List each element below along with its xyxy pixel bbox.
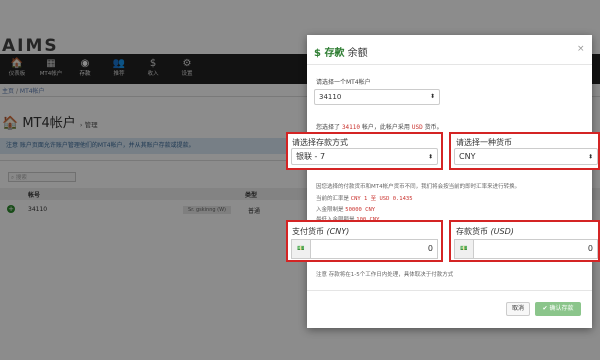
pay-amount-input[interactable]: 💵 0 — [291, 239, 438, 259]
modal-header-divider — [307, 64, 592, 65]
deposit-amount-input[interactable]: 💵 0 — [454, 239, 598, 259]
chevron-updown-icon: ⬍ — [427, 153, 433, 160]
pay-amount-label: 支付货币 (CNY) — [292, 226, 349, 237]
deposit-method-select[interactable]: 银联 - 7 ⬍ — [291, 148, 438, 165]
modal-footer-divider — [307, 290, 592, 291]
close-icon[interactable]: × — [577, 44, 585, 54]
info-text: 您选择了 — [316, 124, 341, 131]
confirm-deposit-button[interactable]: ✔ 确认存款 — [535, 302, 581, 316]
rate-value: CNY 1 至 USD 0.1435 — [350, 196, 413, 202]
currency-select[interactable]: CNY ⬍ — [454, 148, 598, 165]
pay-label: 支付货币 — [292, 227, 324, 236]
money-icon: 💵 — [292, 240, 311, 258]
money-icon: 💵 — [455, 240, 474, 258]
selected-account-info: 您选择了 34110 帐户，此帐户采用 USD 货币。 — [316, 122, 443, 131]
deposit-amount-label: 存款货币 (USD) — [456, 226, 514, 237]
info-text: 货币。 — [424, 124, 443, 131]
cancel-button[interactable]: 取消 — [506, 302, 530, 316]
rate-conversion-note: 因您选择的付款货币和MT4帐户货币不同，我们将会按当前的即时汇率来进行转换。 — [316, 184, 521, 190]
deposit-method-label: 请选择存款方式 — [292, 138, 348, 147]
info-currency: USD — [411, 124, 423, 131]
limit-label: 入金限制是 — [316, 207, 344, 213]
deposit-label: 存款货币 — [456, 227, 488, 236]
info-text: 帐户，此帐户采用 — [361, 124, 410, 131]
deposit-amount-value: 0 — [587, 244, 593, 253]
account-select-label: 请选择一个MT4帐户 — [316, 79, 371, 86]
limit-value: 50000 CNY — [345, 207, 376, 213]
deposit-currency: (USD) — [490, 227, 514, 236]
currency-label: 请选择一种货币 — [456, 138, 512, 147]
account-select-value: 34110 — [319, 93, 342, 101]
currency-value: CNY — [459, 152, 476, 161]
limit-line: 入金限制是 50000 CNY — [316, 205, 375, 213]
pay-amount-value: 0 — [427, 244, 433, 253]
modal-title-strong: $ 存款 — [314, 48, 345, 59]
chevron-updown-icon: ⬍ — [429, 93, 435, 100]
modal-title: $ 存款 余额 — [314, 44, 368, 59]
rate-label: 当前的汇率是 — [316, 196, 350, 202]
info-account: 34110 — [341, 124, 360, 131]
modal-title-rest: 余额 — [347, 48, 368, 59]
pay-currency: (CNY) — [326, 227, 350, 236]
account-select[interactable]: 34110 ⬍ — [314, 89, 440, 105]
rate-line: 当前的汇率是 CNY 1 至 USD 0.1435 — [316, 194, 413, 202]
chevron-updown-icon: ⬍ — [587, 153, 593, 160]
deposit-method-value: 银联 - 7 — [296, 152, 326, 161]
processing-note: 注意 存款将在1-5个工作日内处理，具体取决于付款方式 — [316, 272, 454, 278]
